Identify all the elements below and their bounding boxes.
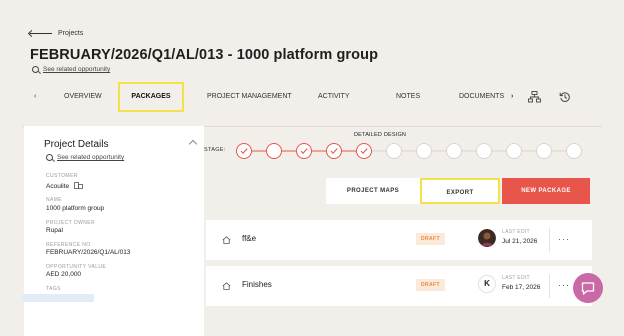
stage-step[interactable] xyxy=(506,143,522,159)
tab-scroll-right-button[interactable]: › xyxy=(511,82,513,112)
stage-step[interactable] xyxy=(386,143,402,159)
opportunity-value-label: OPPORTUNITY VALUE xyxy=(46,264,107,270)
project-maps-button[interactable]: PROJECT MAPS xyxy=(326,178,420,204)
last-edit-label: LAST EDIT xyxy=(502,229,530,235)
chevron-up-icon[interactable] xyxy=(188,139,198,149)
name-value: 1000 platform group xyxy=(46,205,105,212)
package-name: Finishes xyxy=(242,280,272,289)
project-owner-label: PROJECT OWNER xyxy=(46,220,95,226)
project-details-title: Project Details xyxy=(44,139,109,150)
status-badge: DRAFT xyxy=(416,233,445,245)
stage-step[interactable] xyxy=(446,143,462,159)
stage-step[interactable] xyxy=(296,143,312,159)
card-related-opportunity-label: See related opportunity xyxy=(57,154,125,161)
search-icon xyxy=(46,154,53,161)
package-actions: PROJECT MAPS EXPORT NEW PACKAGE xyxy=(326,178,590,204)
building-icon xyxy=(74,182,83,189)
page-title: FEBRUARY/2026/Q1/AL/013 - 1000 platform … xyxy=(30,47,379,63)
package-name: ff&e xyxy=(242,234,257,243)
tab-notes[interactable]: NOTES xyxy=(396,82,420,112)
stage-steps xyxy=(236,143,582,159)
export-button[interactable]: EXPORT xyxy=(420,178,500,204)
avatar: K xyxy=(478,275,496,293)
customer-name: Acoulite xyxy=(46,183,70,190)
home-icon xyxy=(222,282,231,290)
back-to-projects-link[interactable]: Projects xyxy=(30,30,83,37)
package-row[interactable]: Finishes DRAFT K LAST EDIT Feb 17, 2026 … xyxy=(206,266,592,306)
more-options-button[interactable]: ··· xyxy=(558,234,570,244)
project-details-card: Project Details See related opportunity … xyxy=(24,126,204,336)
stage-step[interactable] xyxy=(356,143,372,159)
tab-documents[interactable]: DOCUMENTS xyxy=(459,82,504,112)
name-label: NAME xyxy=(46,197,63,203)
stage-step[interactable] xyxy=(266,143,282,159)
tab-overview[interactable]: OVERVIEW xyxy=(64,82,102,112)
breadcrumb-label: Projects xyxy=(58,30,84,37)
stage-step[interactable] xyxy=(536,143,552,159)
last-edit-label: LAST EDIT xyxy=(502,275,530,281)
tag-chip[interactable] xyxy=(22,294,94,302)
customer-value: Acoulite xyxy=(46,181,83,190)
chat-launcher-button[interactable] xyxy=(573,273,603,303)
search-icon xyxy=(32,66,39,73)
row-divider xyxy=(549,228,550,252)
stage-step[interactable] xyxy=(236,143,252,159)
stage-step[interactable] xyxy=(566,143,582,159)
stage-step[interactable] xyxy=(476,143,492,159)
chat-icon xyxy=(581,282,595,295)
reference-no-value: FEBRUARY/2026/Q1/AL/013 xyxy=(46,249,131,256)
history-icon[interactable] xyxy=(559,91,571,103)
stage-step[interactable] xyxy=(416,143,432,159)
last-edit-date: Feb 17, 2026 xyxy=(502,284,541,291)
status-badge: DRAFT xyxy=(416,279,445,291)
stage-step[interactable] xyxy=(326,143,342,159)
tab-activity[interactable]: ACTIVITY xyxy=(318,82,350,112)
tab-packages[interactable]: PACKAGES xyxy=(118,82,184,112)
related-opportunity-link[interactable]: See related opportunity xyxy=(32,66,110,73)
avatar xyxy=(478,229,496,247)
card-related-opportunity-link[interactable]: See related opportunity xyxy=(46,154,124,161)
home-icon xyxy=(222,236,231,244)
last-edit-date: Jul 21, 2026 xyxy=(502,238,538,245)
stage-stepper: STAGE: DETAILED DESIGN xyxy=(204,126,624,166)
reference-no-label: REFERENCE NO xyxy=(46,242,91,248)
more-options-button[interactable]: ··· xyxy=(558,280,570,290)
arrow-left-icon xyxy=(30,33,52,34)
opportunity-value: AED 20,000 xyxy=(46,271,82,278)
package-row[interactable]: ff&e DRAFT LAST EDIT Jul 21, 2026 ··· xyxy=(206,220,592,260)
related-opportunity-label: See related opportunity xyxy=(43,66,111,73)
hierarchy-icon[interactable] xyxy=(528,91,541,103)
project-owner-value: Rupal xyxy=(46,227,63,234)
row-divider xyxy=(549,274,550,298)
customer-label: CUSTOMER xyxy=(46,173,78,179)
tags-label: TAGS xyxy=(46,286,61,292)
tab-project-management[interactable]: PROJECT MANAGEMENT xyxy=(207,82,292,112)
new-package-button[interactable]: NEW PACKAGE xyxy=(502,178,590,204)
tab-scroll-left-button[interactable]: ‹ xyxy=(34,82,36,112)
tab-bar: ‹ OVERVIEW PACKAGES PROJECT MANAGEMENT A… xyxy=(0,82,624,112)
